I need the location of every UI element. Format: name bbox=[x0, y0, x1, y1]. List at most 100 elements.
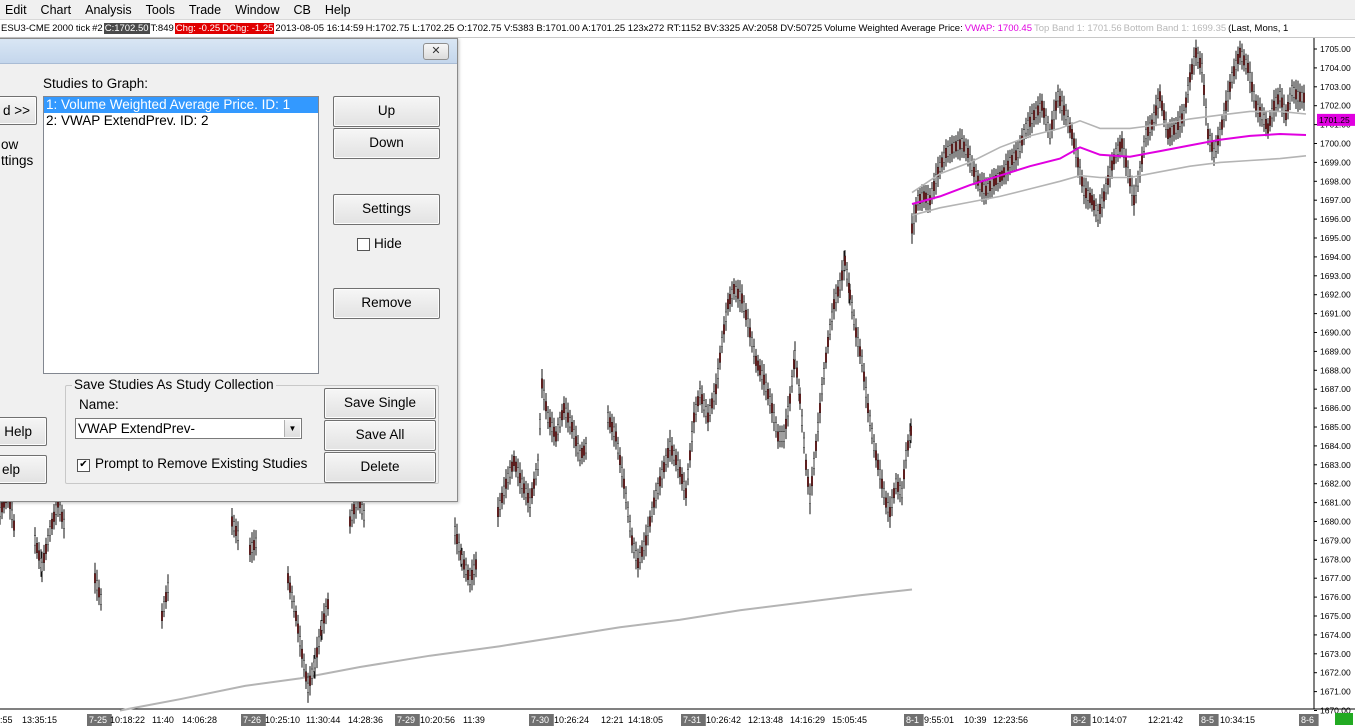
y-tick-label: 1683.00 bbox=[1320, 460, 1351, 470]
y-tick-label: 1671.00 bbox=[1320, 687, 1351, 697]
x-tick-label: 10:25:10 bbox=[265, 715, 300, 725]
down-candle bbox=[844, 255, 847, 266]
down-candle bbox=[1272, 100, 1275, 111]
menu-chart[interactable]: Chart bbox=[34, 3, 79, 17]
up-candle bbox=[577, 443, 580, 454]
up-candle bbox=[1212, 148, 1215, 158]
down-candle bbox=[1286, 102, 1289, 112]
save-all-button[interactable]: Save All bbox=[324, 420, 436, 451]
up-candle bbox=[49, 526, 52, 536]
menu-help[interactable]: Help bbox=[318, 3, 358, 17]
study-list-item[interactable]: 1: Volume Weighted Average Price. ID: 1 bbox=[44, 97, 318, 113]
down-button[interactable]: Down bbox=[333, 128, 440, 159]
menu-analysis[interactable]: Analysis bbox=[78, 3, 139, 17]
settings-button[interactable]: Settings bbox=[333, 194, 440, 225]
remove-button[interactable]: Remove bbox=[333, 288, 440, 319]
up-candle bbox=[779, 431, 782, 442]
down-candle bbox=[619, 455, 622, 466]
delete-button[interactable]: Delete bbox=[324, 452, 436, 483]
up-candle bbox=[1136, 176, 1139, 187]
studies-list[interactable]: 1: Volume Weighted Average Price. ID: 12… bbox=[43, 96, 319, 374]
x-tick-label: 10:26:24 bbox=[554, 715, 589, 725]
up-candle bbox=[232, 521, 235, 532]
y-tick-label: 1685.00 bbox=[1320, 422, 1351, 432]
down-candle bbox=[289, 582, 292, 593]
down-candle bbox=[515, 461, 518, 472]
up-candle bbox=[1046, 122, 1049, 132]
down-candle bbox=[505, 478, 508, 489]
up-candle bbox=[1100, 197, 1103, 208]
up-candle bbox=[543, 389, 546, 400]
down-candle bbox=[796, 367, 799, 378]
up-candle bbox=[0, 507, 2, 517]
down-candle bbox=[715, 384, 718, 395]
down-candle bbox=[1206, 129, 1209, 139]
down-candle bbox=[675, 455, 678, 466]
study-list-item[interactable]: 2: VWAP ExtendPrev. ID: 2 bbox=[44, 113, 318, 129]
down-candle bbox=[881, 478, 884, 489]
down-candle bbox=[755, 355, 758, 366]
up-candle bbox=[873, 440, 876, 451]
y-tick-label: 1705.00 bbox=[1320, 44, 1351, 54]
menu-tools[interactable]: Tools bbox=[139, 3, 182, 17]
up-candle bbox=[254, 537, 257, 548]
ohlc-text: H:1702.75 L:1702.25 O:1702.75 V:5383 B:1… bbox=[365, 23, 823, 34]
y-tick-label: 1675.00 bbox=[1320, 611, 1351, 621]
collection-name-select[interactable]: VWAP ExtendPrev- ▼ bbox=[75, 418, 302, 439]
up-candle bbox=[1116, 144, 1119, 155]
menu-window[interactable]: Window bbox=[228, 3, 286, 17]
y-tick-label: 1693.00 bbox=[1320, 271, 1351, 281]
down-candle bbox=[807, 476, 810, 487]
close-button[interactable]: ✕ bbox=[423, 43, 449, 60]
down-candle bbox=[1015, 150, 1018, 161]
up-candle bbox=[1300, 92, 1303, 103]
hide-checkbox[interactable] bbox=[357, 238, 370, 251]
up-candle bbox=[1244, 59, 1247, 70]
help-button[interactable]: elp bbox=[0, 455, 47, 484]
up-candle bbox=[499, 500, 502, 510]
studies-help-button[interactable]: s Help bbox=[0, 417, 47, 446]
down-candle bbox=[248, 544, 251, 555]
down-candle bbox=[611, 422, 614, 432]
down-candle bbox=[877, 459, 880, 470]
menu-trade[interactable]: Trade bbox=[182, 3, 228, 17]
down-candle bbox=[959, 139, 962, 150]
down-candle bbox=[160, 611, 163, 621]
save-single-button[interactable]: Save Single bbox=[324, 388, 436, 419]
up-candle bbox=[699, 388, 702, 398]
down-candle bbox=[837, 286, 840, 297]
down-candle bbox=[645, 535, 648, 546]
down-candle bbox=[711, 398, 714, 409]
dropdown-arrow-icon[interactable]: ▼ bbox=[284, 420, 300, 437]
down-candle bbox=[637, 558, 640, 569]
up-button[interactable]: Up bbox=[333, 96, 440, 127]
down-candle bbox=[867, 403, 870, 414]
menu-edit[interactable]: Edit bbox=[0, 3, 34, 17]
x-date-label: 8-2 bbox=[1073, 715, 1086, 725]
bottom-band-value: Bottom Band 1: 1699.35 bbox=[1123, 23, 1227, 34]
up-candle bbox=[1086, 190, 1089, 201]
up-candle bbox=[55, 504, 58, 515]
down-candle bbox=[1098, 204, 1101, 214]
add-study-button[interactable]: d >> bbox=[0, 96, 37, 125]
down-candle bbox=[707, 412, 710, 423]
down-candle bbox=[511, 461, 514, 472]
y-tick-label: 1673.00 bbox=[1320, 649, 1351, 659]
up-candle bbox=[821, 384, 824, 395]
up-candle bbox=[823, 368, 826, 379]
up-candle bbox=[983, 183, 986, 194]
down-candle bbox=[771, 403, 774, 414]
up-candle bbox=[1248, 72, 1251, 83]
down-candle bbox=[893, 488, 896, 499]
up-candle bbox=[1009, 157, 1012, 168]
down-candle bbox=[1220, 119, 1223, 130]
change-value: Chg: -0.25 bbox=[174, 23, 222, 34]
y-tick-label: 1697.00 bbox=[1320, 195, 1351, 205]
y-tick-label: 1681.00 bbox=[1320, 498, 1351, 508]
menu-cb[interactable]: CB bbox=[287, 3, 318, 17]
up-candle bbox=[829, 324, 832, 335]
down-candle bbox=[759, 365, 762, 376]
prompt-remove-checkbox[interactable]: ✔ bbox=[77, 459, 90, 472]
x-tick-label: 11:40 bbox=[152, 715, 174, 725]
up-candle bbox=[1142, 141, 1145, 152]
